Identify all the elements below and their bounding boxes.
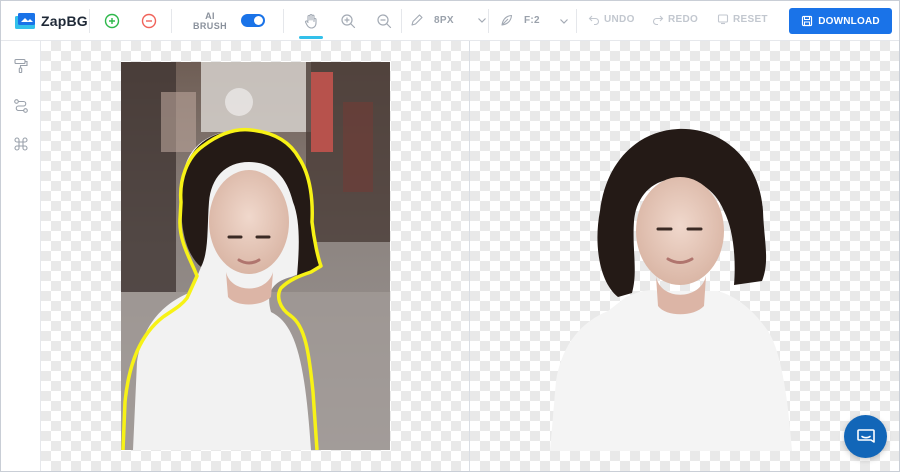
rail-item-command[interactable]	[12, 135, 30, 153]
toolbar-divider	[171, 9, 172, 33]
save-icon	[802, 15, 813, 27]
zoom-in-icon	[341, 14, 356, 29]
rail-item-path-tool[interactable]	[12, 97, 30, 115]
zoom-in-button[interactable]	[337, 10, 359, 32]
feather-selector[interactable]: F:2	[499, 13, 570, 28]
paint-roller-icon	[14, 58, 28, 74]
path-tool-icon	[14, 99, 28, 113]
hand-icon	[305, 13, 317, 29]
zapbg-logo-icon	[15, 13, 35, 29]
toolbar-divider	[89, 9, 90, 33]
add-area-button[interactable]	[101, 10, 123, 32]
brand-name: ZapBG	[41, 13, 88, 29]
active-tool-indicator	[299, 36, 323, 39]
minus-circle-icon	[141, 13, 157, 29]
result-image-panel[interactable]	[470, 41, 899, 471]
reset-label: RESET	[733, 13, 768, 25]
zoom-out-icon	[377, 14, 392, 29]
chevron-down-icon	[559, 18, 568, 24]
undo-icon	[588, 15, 599, 25]
chat-button[interactable]	[844, 415, 887, 458]
ai-brush-label-line2: BRUSH	[193, 21, 228, 31]
original-image-panel[interactable]	[41, 41, 469, 471]
download-label: DOWNLOAD	[818, 15, 880, 27]
download-button[interactable]: DOWNLOAD	[789, 8, 892, 34]
cutout-subject	[548, 121, 848, 451]
toolbar-divider	[576, 9, 577, 33]
top-toolbar: ZapBG AI BRUSH 8PX F:2 UNDO REDO RESET D…	[1, 1, 899, 41]
ai-brush-toggle[interactable]	[241, 14, 265, 27]
reset-icon	[717, 14, 729, 25]
pan-tool-button[interactable]	[300, 10, 322, 32]
plus-circle-icon	[104, 13, 120, 29]
chevron-down-icon	[477, 18, 486, 23]
command-icon	[14, 137, 28, 151]
original-photo[interactable]	[121, 62, 390, 450]
brush-size-value: 8PX	[434, 14, 454, 26]
pencil-icon	[411, 14, 423, 26]
feather-icon	[501, 14, 513, 26]
redo-label: REDO	[668, 13, 699, 25]
toolbar-divider	[401, 9, 402, 33]
undo-label: UNDO	[604, 13, 635, 25]
toolbar-divider	[283, 9, 284, 33]
redo-icon	[653, 15, 664, 25]
reset-button[interactable]: RESET	[717, 13, 768, 25]
zoom-out-button[interactable]	[373, 10, 395, 32]
tool-rail	[1, 41, 41, 471]
chat-bubble-icon	[856, 428, 875, 443]
ai-brush-label-line1: AI	[205, 11, 215, 21]
feather-value: F:2	[524, 15, 540, 26]
redo-button[interactable]: REDO	[652, 13, 698, 25]
brush-size-selector[interactable]: 8PX	[410, 13, 488, 27]
undo-button[interactable]: UNDO	[588, 13, 635, 25]
rail-item-paint-roller[interactable]	[12, 57, 30, 75]
ai-brush-label: AI BRUSH	[193, 11, 227, 31]
remove-area-button[interactable]	[138, 10, 160, 32]
app-logo[interactable]: ZapBG	[15, 11, 88, 31]
toolbar-divider	[488, 9, 489, 33]
